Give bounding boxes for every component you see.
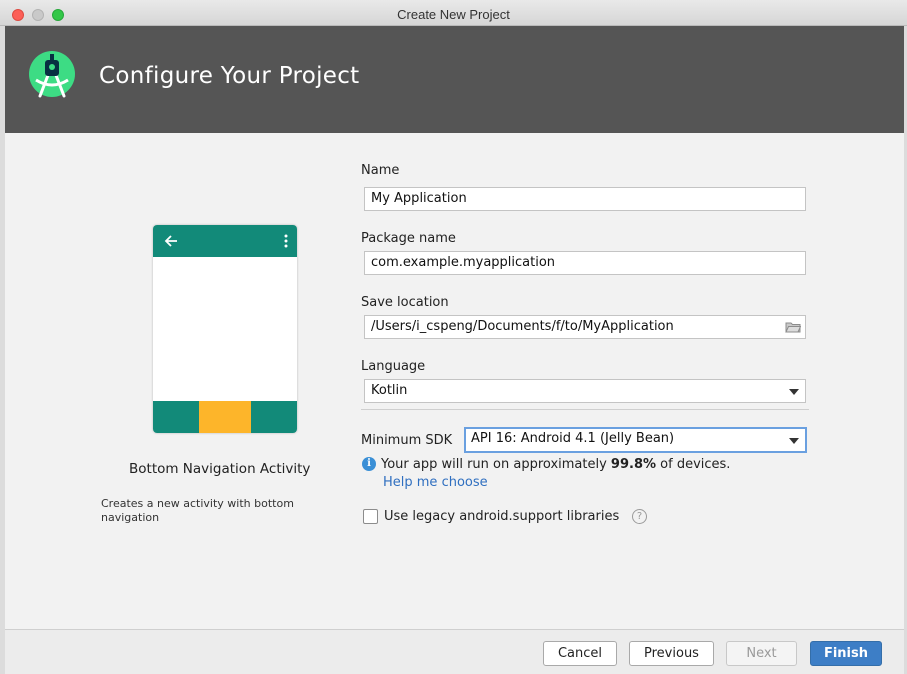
language-select[interactable]: Kotlin — [364, 379, 806, 403]
save-location-label: Save location — [361, 295, 449, 310]
language-value: Kotlin — [371, 383, 408, 398]
help-me-choose-link[interactable]: Help me choose — [383, 475, 488, 490]
page-title: Configure Your Project — [99, 63, 360, 89]
info-icon: i — [362, 457, 376, 471]
divider — [361, 409, 809, 410]
android-studio-logo-icon — [29, 51, 75, 98]
next-button[interactable]: Next — [726, 641, 797, 666]
package-name-label: Package name — [361, 231, 456, 246]
chevron-down-icon — [789, 438, 799, 444]
name-label: Name — [361, 163, 400, 178]
name-field[interactable]: My Application — [364, 187, 806, 211]
wizard-footer: Cancel Previous Next Finish — [5, 629, 904, 674]
device-coverage-percent: 99.8% — [610, 457, 657, 472]
back-arrow-icon — [164, 235, 177, 247]
device-coverage-prefix: Your app will run on approximately — [381, 457, 611, 472]
preview-app-bar — [153, 225, 297, 257]
previous-button[interactable]: Previous — [629, 641, 714, 666]
activity-description: Creates a new activity with bottom navig… — [101, 497, 294, 524]
cancel-button[interactable]: Cancel — [543, 641, 617, 666]
legacy-support-checkbox[interactable] — [363, 509, 378, 524]
title-bar: Create New Project — [0, 0, 907, 26]
language-label: Language — [361, 359, 426, 374]
finish-button[interactable]: Finish — [810, 641, 882, 666]
save-location-field[interactable]: /Users/i_cspeng/Documents/f/to/MyApplica… — [364, 315, 806, 339]
activity-preview — [153, 225, 297, 433]
minimum-sdk-value: API 16: Android 4.1 (Jelly Bean) — [471, 431, 675, 446]
device-coverage-suffix: of devices. — [656, 457, 731, 472]
minimum-sdk-label: Minimum SDK — [361, 433, 453, 448]
preview-bottom-navigation — [153, 401, 297, 433]
wizard-content: Bottom Navigation Activity Creates a new… — [5, 133, 904, 629]
window-title: Create New Project — [397, 7, 510, 22]
folder-icon[interactable] — [785, 320, 801, 334]
minimum-sdk-select[interactable]: API 16: Android 4.1 (Jelly Bean) — [464, 427, 807, 453]
activity-name: Bottom Navigation Activity — [129, 461, 311, 477]
wizard-header: Configure Your Project — [5, 26, 904, 133]
preview-bottom-nav-active-item — [199, 401, 251, 433]
legacy-support-label[interactable]: Use legacy android.support libraries — [384, 509, 619, 524]
more-vert-icon — [284, 234, 288, 248]
help-question-icon[interactable]: ? — [632, 509, 647, 524]
device-coverage-text: Your app will run on approximately 99.8%… — [381, 457, 730, 472]
save-location-value: /Users/i_cspeng/Documents/f/to/MyApplica… — [371, 319, 674, 334]
package-name-field[interactable]: com.example.myapplication — [364, 251, 806, 275]
chevron-down-icon — [789, 389, 799, 395]
